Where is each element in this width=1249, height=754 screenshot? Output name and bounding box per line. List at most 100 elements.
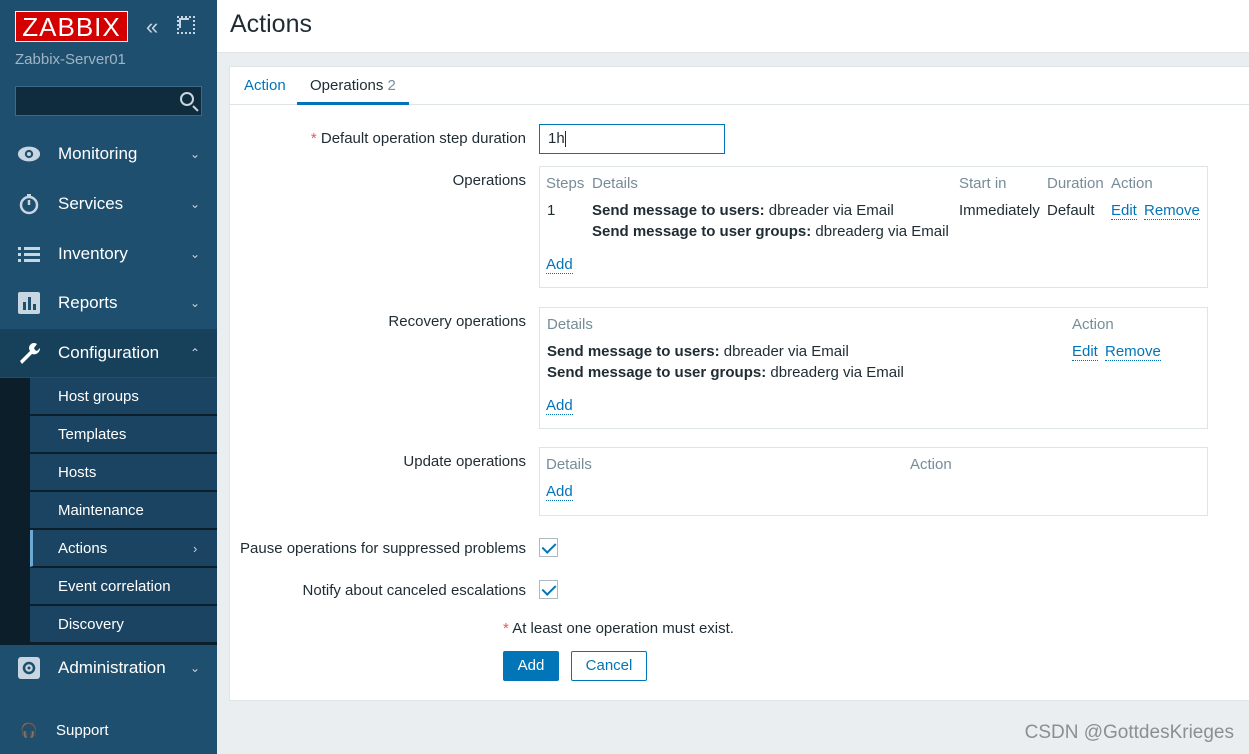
watermark: CSDN @GottdesKrieges bbox=[1024, 722, 1234, 743]
pause-suppressed-checkbox[interactable] bbox=[539, 538, 558, 557]
collapse-sidebar-icon[interactable]: « bbox=[146, 16, 158, 38]
recovery-detail-groups: Send message to user groups: dbreaderg v… bbox=[547, 364, 904, 381]
step-duration-input[interactable]: 1h bbox=[539, 124, 725, 154]
gear-icon bbox=[17, 656, 41, 680]
bar-chart-icon bbox=[17, 291, 41, 315]
submenu-discovery[interactable]: Discovery bbox=[30, 606, 217, 643]
submenu-event-correlation[interactable]: Event correlation bbox=[30, 568, 217, 605]
column-header-action: Action bbox=[1111, 175, 1153, 192]
cancel-button[interactable]: Cancel bbox=[571, 651, 647, 681]
search-icon[interactable] bbox=[180, 92, 194, 106]
detail-text: dbreaderg via Email bbox=[811, 223, 949, 240]
update-operations-label: Update operations bbox=[403, 453, 526, 470]
recovery-operations-label: Recovery operations bbox=[388, 313, 526, 330]
step-duration-value: 1h bbox=[548, 130, 565, 147]
update-add-link[interactable]: Add bbox=[546, 483, 573, 501]
column-header-action: Action bbox=[910, 456, 952, 473]
recovery-add-link[interactable]: Add bbox=[546, 397, 573, 415]
operation-detail-groups: Send message to user groups: dbreaderg v… bbox=[592, 223, 949, 240]
required-mark: * bbox=[310, 130, 317, 147]
detail-bold: Send message to user groups: bbox=[592, 223, 812, 240]
menu-label: Services bbox=[58, 194, 124, 213]
server-name: Zabbix-Server01 bbox=[15, 51, 126, 68]
pause-suppressed-label: Pause operations for suppressed problems bbox=[240, 540, 526, 557]
menu-configuration[interactable]: Configuration ⌃ bbox=[0, 329, 217, 377]
recovery-detail-users: Send message to users: dbreader via Emai… bbox=[547, 343, 849, 360]
detail-bold: Send message to users: bbox=[547, 343, 720, 360]
menu-services[interactable]: Services ⌄ bbox=[0, 180, 217, 228]
submenu-actions[interactable]: Actions › bbox=[30, 530, 217, 567]
submenu-templates[interactable]: Templates bbox=[30, 416, 217, 453]
headset-icon: 🎧 bbox=[20, 722, 38, 738]
tabs: Action Operations 2 bbox=[230, 67, 1249, 105]
validation-warning: * At least one operation must exist. bbox=[503, 620, 734, 637]
notify-canceled-label: Notify about canceled escalations bbox=[302, 582, 526, 599]
page-title: Actions bbox=[230, 10, 312, 38]
detail-bold: Send message to user groups: bbox=[547, 364, 767, 381]
menu-label: Reports bbox=[58, 293, 118, 312]
chevron-down-icon: ⌄ bbox=[190, 197, 201, 211]
sidebar: ZABBIX « Zabbix-Server01 Monitoring ⌄ Se… bbox=[0, 0, 217, 754]
list-icon bbox=[17, 242, 41, 266]
detail-bold: Send message to users: bbox=[592, 202, 765, 219]
submenu-label: Actions bbox=[58, 539, 108, 557]
column-header-action: Action bbox=[1072, 316, 1114, 333]
submenu-host-groups[interactable]: Host groups bbox=[30, 378, 217, 415]
notify-canceled-checkbox[interactable] bbox=[539, 580, 558, 599]
menu-reports[interactable]: Reports ⌄ bbox=[0, 279, 217, 327]
zabbix-logo[interactable]: ZABBIX bbox=[15, 11, 128, 42]
chevron-down-icon: ⌄ bbox=[190, 661, 201, 675]
menu-label: Monitoring bbox=[58, 144, 138, 163]
kiosk-mode-icon[interactable] bbox=[177, 16, 195, 34]
search-input[interactable] bbox=[15, 86, 202, 116]
page-header: Actions bbox=[217, 0, 1249, 53]
column-header-details: Details bbox=[547, 316, 593, 333]
column-header-details: Details bbox=[546, 456, 592, 473]
tab-action[interactable]: Action bbox=[244, 67, 286, 105]
recovery-operations-table: Details Action Send message to users: db… bbox=[539, 307, 1208, 429]
submenu-maintenance[interactable]: Maintenance bbox=[30, 492, 217, 529]
column-header-details: Details bbox=[592, 175, 638, 192]
detail-text: dbreaderg via Email bbox=[766, 364, 904, 381]
operation-remove-link[interactable]: Remove bbox=[1144, 202, 1200, 220]
recovery-edit-link[interactable]: Edit bbox=[1072, 343, 1098, 361]
chevron-up-icon: ⌃ bbox=[190, 346, 201, 360]
recovery-remove-link[interactable]: Remove bbox=[1105, 343, 1161, 361]
add-button[interactable]: Add bbox=[503, 651, 559, 681]
submenu-label: Maintenance bbox=[58, 501, 144, 519]
tab-operations-label: Operations bbox=[310, 77, 384, 94]
menu-administration[interactable]: Administration ⌄ bbox=[0, 644, 217, 692]
chevron-right-icon: › bbox=[193, 540, 198, 556]
support-link[interactable]: 🎧 Support bbox=[20, 722, 109, 739]
support-label: Support bbox=[56, 722, 109, 739]
stopwatch-icon bbox=[17, 192, 41, 216]
menu-label: Configuration bbox=[58, 343, 160, 362]
column-header-steps: Steps bbox=[546, 175, 585, 192]
required-mark: * bbox=[503, 620, 509, 637]
validation-warning-text: At least one operation must exist. bbox=[512, 620, 734, 637]
submenu-hosts[interactable]: Hosts bbox=[30, 454, 217, 491]
wrench-icon bbox=[17, 341, 41, 365]
operation-edit-link[interactable]: Edit bbox=[1111, 202, 1137, 220]
eye-icon bbox=[17, 142, 41, 166]
detail-text: dbreader via Email bbox=[764, 202, 894, 219]
chevron-down-icon: ⌄ bbox=[190, 247, 201, 261]
operation-detail-users: Send message to users: dbreader via Emai… bbox=[592, 202, 894, 219]
operations-table: Steps Details Start in Duration Action 1… bbox=[539, 166, 1208, 288]
menu-label: Inventory bbox=[58, 244, 128, 263]
submenu-label: Templates bbox=[58, 425, 127, 443]
menu-monitoring[interactable]: Monitoring ⌄ bbox=[0, 130, 217, 178]
configuration-submenu: Host groups Templates Hosts Maintenance … bbox=[0, 378, 217, 645]
operations-label: Operations bbox=[452, 172, 526, 189]
operation-step: 1 bbox=[547, 202, 556, 219]
tab-operations[interactable]: Operations 2 bbox=[297, 67, 409, 105]
menu-inventory[interactable]: Inventory ⌄ bbox=[0, 230, 217, 278]
update-operations-table: Details Action Add bbox=[539, 447, 1208, 516]
chevron-down-icon: ⌄ bbox=[190, 147, 201, 161]
operation-duration: Default bbox=[1047, 202, 1095, 219]
step-duration-label-text: Default operation step duration bbox=[320, 130, 526, 147]
column-header-duration: Duration bbox=[1047, 175, 1104, 192]
submenu-label: Event correlation bbox=[58, 577, 171, 595]
column-header-start-in: Start in bbox=[959, 175, 1007, 192]
operation-add-link[interactable]: Add bbox=[546, 256, 573, 274]
